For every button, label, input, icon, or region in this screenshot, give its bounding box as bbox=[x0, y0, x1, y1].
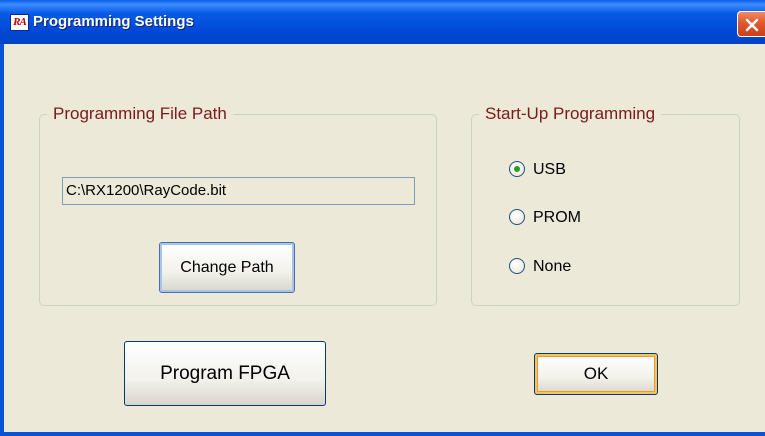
file-path-group-legend: Programming File Path bbox=[53, 104, 227, 123]
program-fpga-button[interactable]: Program FPGA bbox=[124, 341, 326, 406]
radio-usb-label: USB bbox=[533, 161, 566, 178]
ok-button[interactable]: OK bbox=[534, 353, 658, 395]
radio-button-circle[interactable] bbox=[509, 161, 525, 177]
file-path-field[interactable]: C:\RX1200\RayCode.bit bbox=[62, 177, 415, 205]
radio-button-circle[interactable] bbox=[509, 209, 525, 225]
window-title: Programming Settings bbox=[33, 13, 194, 30]
close-button[interactable] bbox=[737, 11, 765, 37]
title-bar[interactable]: RA Programming Settings bbox=[0, 0, 765, 44]
radio-selected-dot bbox=[514, 166, 520, 172]
close-x-icon bbox=[745, 18, 759, 32]
window-frame-left bbox=[0, 44, 4, 436]
window-frame-bottom bbox=[0, 432, 765, 436]
change-path-button[interactable]: Change Path bbox=[159, 242, 295, 293]
start-up-group-legend: Start-Up Programming bbox=[485, 104, 656, 123]
radio-button-circle[interactable] bbox=[509, 258, 525, 274]
radio-none-label: None bbox=[533, 258, 572, 275]
programming-settings-dialog: RA Programming Settings Programming File… bbox=[0, 0, 765, 436]
radio-prom-label: PROM bbox=[533, 209, 581, 226]
app-logo-icon: RA bbox=[10, 14, 29, 31]
start-up-programming-group: Start-Up Programming bbox=[471, 104, 740, 306]
